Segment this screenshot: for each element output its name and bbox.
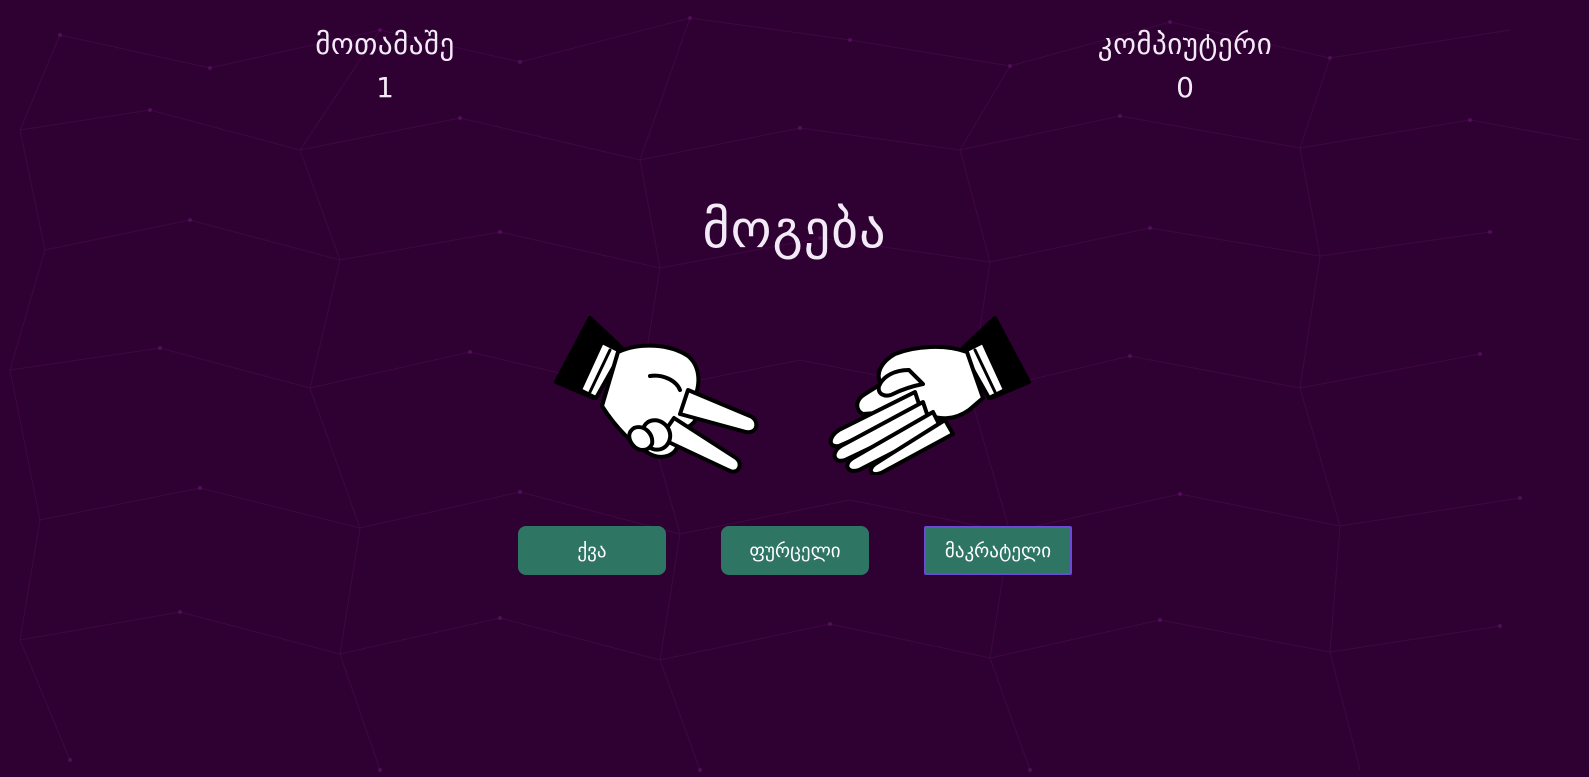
scissors-button[interactable]: მაკრატელი xyxy=(924,526,1072,575)
hands-display xyxy=(0,310,1589,480)
player-label: მოთამაშე xyxy=(315,27,455,61)
computer-score: 0 xyxy=(1176,71,1194,104)
game-screen: მოთამაშე 1 კომპიუტერი 0 მოგება ქვა ფურცე… xyxy=(0,0,1589,777)
rock-button[interactable]: ქვა xyxy=(518,526,666,575)
player-score-panel: მოთამაშე 1 xyxy=(235,22,535,110)
scissors-hand-icon xyxy=(554,316,759,474)
paper-button[interactable]: ფურცელი xyxy=(721,526,869,575)
paper-hand-icon xyxy=(828,316,1031,475)
round-result: მოგება xyxy=(702,200,887,260)
choice-buttons: ქვა ფურცელი მაკრატელი xyxy=(0,526,1589,576)
player-score: 1 xyxy=(376,71,394,104)
computer-label: კომპიუტერი xyxy=(1097,27,1273,61)
computer-score-panel: კომპიუტერი 0 xyxy=(1035,22,1335,110)
